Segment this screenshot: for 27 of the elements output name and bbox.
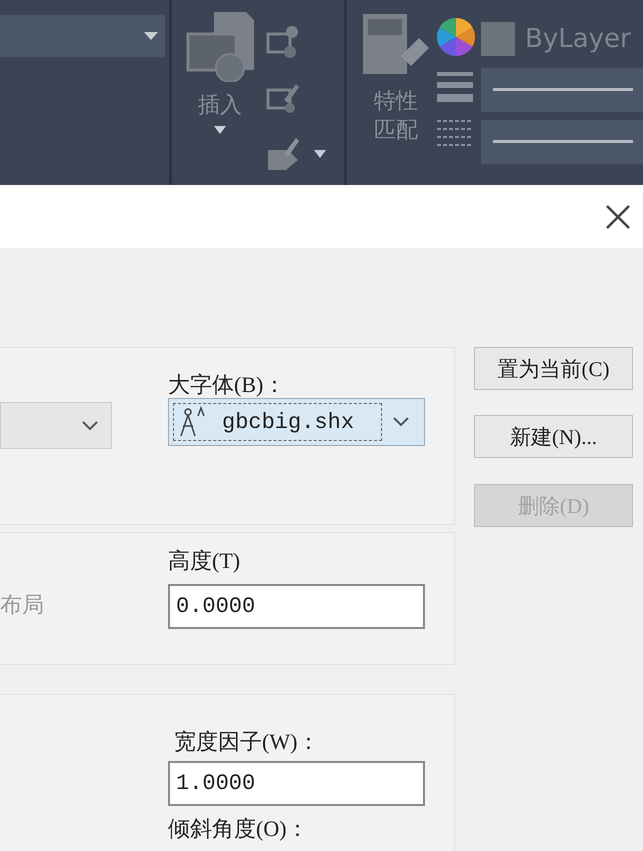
create-block-icon[interactable] — [266, 24, 300, 58]
width-factor-label: 宽度因子(W)： — [174, 728, 320, 755]
linetype-dropdown[interactable] — [481, 120, 643, 164]
color-swatch[interactable] — [481, 22, 515, 56]
lineweight-dropdown[interactable] — [481, 68, 643, 112]
caret-icon[interactable] — [214, 126, 226, 134]
height-label: 高度(T) — [168, 547, 242, 574]
height-input[interactable]: 0.0000 — [168, 584, 425, 629]
caret-icon[interactable] — [314, 150, 326, 158]
bigfont-label: 大字体(B)： — [168, 371, 286, 398]
dialog-button[interactable]: 新建(N)... — [474, 415, 633, 458]
caret-icon — [143, 31, 159, 41]
tag-edit-icon[interactable] — [266, 136, 300, 172]
linetype-icon[interactable] — [437, 118, 473, 148]
lineweight-icon[interactable] — [437, 70, 473, 104]
dialog-button[interactable]: 置为当前(C) — [474, 347, 633, 390]
chevron-down-icon — [81, 420, 99, 430]
width-factor-input[interactable]: 1.0000 — [168, 761, 425, 806]
close-icon[interactable] — [605, 204, 631, 230]
insert-block-icon[interactable] — [186, 10, 254, 82]
oblique-angle-label: 倾斜角度(O)： — [168, 815, 310, 842]
chevron-down-icon — [392, 417, 410, 427]
bigfont-dropdown[interactable]: gbcbig.shx — [168, 398, 425, 446]
layout-label: 布局 — [0, 592, 44, 617]
color-wheel-icon[interactable] — [437, 18, 475, 56]
line-icon — [493, 140, 633, 144]
line-icon — [493, 88, 633, 92]
